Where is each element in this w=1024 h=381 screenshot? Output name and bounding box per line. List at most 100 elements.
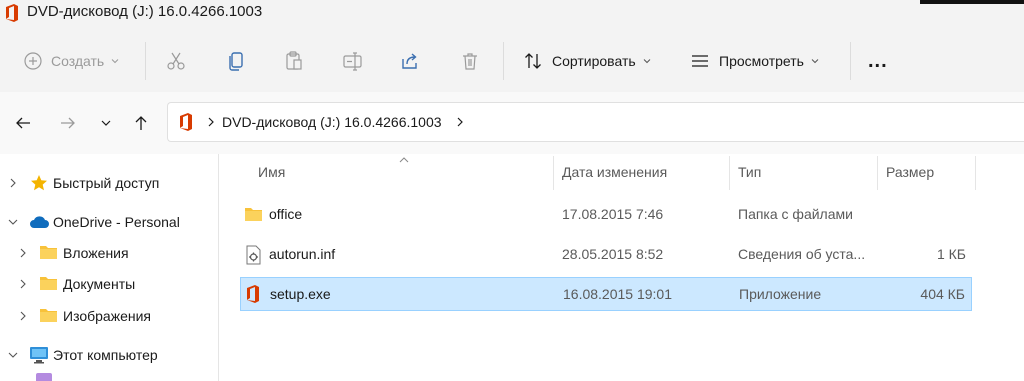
toolbar-separator — [145, 42, 146, 80]
file-name: autorun.inf — [269, 246, 336, 262]
column-header-name[interactable]: Имя — [258, 164, 285, 180]
sidebar-item-this-pc[interactable]: Этот компьютер — [0, 342, 219, 368]
plus-circle-icon — [24, 52, 42, 70]
file-list: Имя Дата изменения Тип Размер office 17.… — [220, 154, 1024, 381]
view-label: Просмотреть — [719, 53, 804, 69]
command-bar: Создать Сортировать Просмотреть ... — [0, 30, 1024, 92]
share-icon — [402, 53, 417, 69]
sidebar-item-label: Быстрый доступ — [53, 175, 160, 191]
arrow-up-icon — [135, 116, 147, 130]
office-icon — [180, 113, 192, 131]
computer-icon — [30, 347, 48, 364]
chevron-right-icon[interactable] — [18, 279, 28, 289]
cut-button[interactable] — [166, 30, 186, 92]
back-button[interactable] — [12, 112, 34, 134]
view-button[interactable]: Просмотреть — [690, 30, 819, 92]
column-divider[interactable] — [729, 156, 730, 190]
scissors-icon — [167, 52, 185, 70]
more-options-button[interactable]: ... — [868, 30, 888, 92]
sidebar-item-pictures[interactable]: Изображения — [0, 303, 219, 329]
copy-button[interactable] — [226, 30, 246, 92]
paste-icon — [286, 51, 302, 70]
chevron-right-icon[interactable] — [18, 311, 28, 321]
chevron-down-icon — [643, 59, 651, 64]
trash-icon — [463, 53, 477, 70]
column-divider[interactable] — [975, 156, 976, 190]
chevron-down-icon — [811, 59, 819, 64]
rename-icon — [343, 52, 362, 71]
sidebar-item-label: Вложения — [63, 245, 129, 261]
cloud-icon — [30, 216, 49, 228]
up-button[interactable] — [130, 112, 152, 134]
column-header-size[interactable]: Размер — [886, 164, 934, 180]
sort-icon — [525, 53, 541, 69]
file-type: Папка с файлами — [738, 206, 853, 222]
folder-icon — [245, 208, 262, 221]
toolbar-separator — [850, 42, 851, 80]
file-type: Приложение — [739, 286, 822, 302]
chevron-down-icon[interactable] — [8, 350, 18, 360]
arrow-left-icon — [16, 117, 30, 129]
table-row-selected[interactable]: setup.exe 16.08.2015 19:01 Приложение 40… — [240, 277, 972, 311]
window-title: DVD-дисковод (J:) 16.0.4266.1003 — [27, 3, 263, 20]
file-name: office — [269, 206, 303, 222]
file-date: 28.05.2015 8:52 — [562, 246, 664, 262]
chevron-right-icon[interactable] — [8, 178, 18, 188]
sidebar-item-quick-access[interactable]: Быстрый доступ — [0, 170, 219, 196]
folder-icon — [40, 309, 57, 322]
file-name: setup.exe — [270, 286, 331, 302]
table-row[interactable]: office 17.08.2015 7:46 Папка с файлами — [240, 198, 972, 232]
chevron-down-icon — [101, 120, 111, 126]
file-date: 16.08.2015 19:01 — [563, 286, 672, 302]
recent-locations-button[interactable] — [95, 112, 117, 134]
sidebar-item-onedrive[interactable]: OneDrive - Personal — [0, 209, 219, 235]
column-divider[interactable] — [877, 156, 878, 190]
arrow-right-icon — [61, 117, 75, 129]
device-icon — [36, 373, 52, 381]
sort-button[interactable]: Сортировать — [523, 30, 651, 92]
address-bar[interactable]: DVD-дисковод (J:) 16.0.4266.1003 — [167, 102, 1024, 142]
chevron-right-icon[interactable] — [455, 116, 465, 128]
table-row[interactable]: autorun.inf 28.05.2015 8:52 Сведения об … — [240, 238, 972, 272]
window-frame-edge — [920, 0, 1024, 4]
toolbar-separator — [503, 42, 504, 80]
breadcrumb-current[interactable]: DVD-дисковод (J:) 16.0.4266.1003 — [222, 114, 442, 130]
sort-ascending-icon — [399, 157, 409, 163]
folder-icon — [40, 277, 57, 290]
chevron-down-icon — [111, 59, 119, 64]
column-header-type[interactable]: Тип — [738, 164, 761, 180]
copy-icon — [229, 52, 243, 71]
sidebar-item-label: Изображения — [63, 308, 151, 324]
create-button[interactable]: Создать — [24, 30, 119, 92]
folder-icon — [40, 246, 57, 259]
navigation-pane: Быстрый доступ OneDrive - Personal Вложе… — [0, 154, 219, 381]
chevron-right-icon[interactable] — [206, 116, 216, 128]
file-size: 404 КБ — [920, 286, 965, 302]
file-type: Сведения об уста... — [738, 246, 866, 262]
settings-file-icon — [246, 245, 261, 265]
column-header-date[interactable]: Дата изменения — [562, 164, 667, 180]
rename-button[interactable] — [342, 30, 364, 92]
sort-label: Сортировать — [552, 53, 636, 69]
view-list-icon — [692, 55, 708, 67]
file-size: 1 КБ — [936, 246, 966, 262]
forward-button[interactable] — [57, 112, 79, 134]
sidebar-item-attachments[interactable]: Вложения — [0, 240, 219, 266]
office-icon — [247, 285, 259, 303]
paste-button[interactable] — [284, 30, 304, 92]
title-bar: DVD-дисковод (J:) 16.0.4266.1003 — [0, 0, 1024, 30]
more-dots-icon: ... — [868, 49, 888, 72]
sidebar-item-label: Этот компьютер — [53, 347, 158, 363]
delete-button[interactable] — [460, 30, 480, 92]
chevron-down-icon[interactable] — [8, 217, 18, 227]
office-icon — [6, 4, 18, 22]
address-row: DVD-дисковод (J:) 16.0.4266.1003 — [0, 92, 1024, 154]
sidebar-item-documents[interactable]: Документы — [0, 271, 219, 297]
sidebar-item-label: Документы — [63, 276, 136, 292]
column-divider[interactable] — [553, 156, 554, 190]
share-button[interactable] — [400, 30, 420, 92]
file-date: 17.08.2015 7:46 — [562, 206, 664, 222]
content-area: Быстрый доступ OneDrive - Personal Вложе… — [0, 154, 1024, 381]
chevron-right-icon[interactable] — [18, 248, 28, 258]
star-icon — [31, 175, 47, 191]
